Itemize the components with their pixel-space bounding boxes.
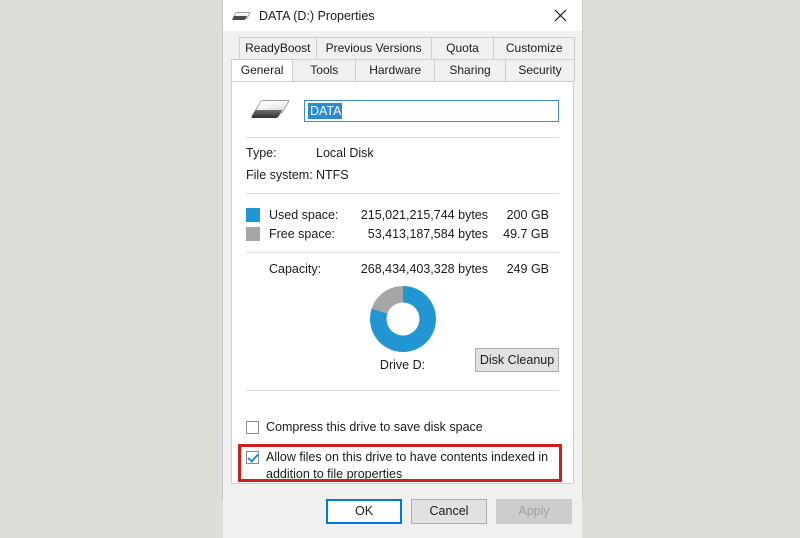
divider <box>246 252 559 253</box>
tab-previous-versions[interactable]: Previous Versions <box>315 37 432 59</box>
tab-row-main: General Tools Hardware Sharing Security <box>231 59 575 81</box>
window-title: DATA (D:) Properties <box>259 8 375 23</box>
capacity-bytes: 268,434,403,328 bytes <box>360 262 488 276</box>
capacity-label: Capacity: <box>269 262 322 276</box>
filesystem-label: File system: <box>246 168 313 182</box>
general-tab-panel: DATA Type: Local Disk File system: NTFS … <box>231 81 574 484</box>
tab-sharing[interactable]: Sharing <box>434 59 507 81</box>
dialog-button-bar: OK Cancel Apply <box>223 484 582 538</box>
volume-name-input[interactable]: DATA <box>304 100 559 122</box>
index-contents-checkbox-row[interactable]: Allow files on this drive to have conten… <box>238 444 562 483</box>
tab-security[interactable]: Security <box>505 59 575 81</box>
compress-drive-label: Compress this drive to save disk space <box>266 420 483 434</box>
tab-readyboost[interactable]: ReadyBoost <box>239 37 317 59</box>
hard-drive-icon <box>250 96 294 126</box>
space-usage-block: Used space: 215,021,215,744 bytes 200 GB… <box>246 208 559 241</box>
disk-cleanup-button[interactable]: Disk Cleanup <box>475 348 559 372</box>
hard-drive-icon <box>231 9 251 23</box>
used-space-bytes: 215,021,215,744 bytes <box>360 208 488 222</box>
drive-properties-dialog: DATA (D:) Properties ReadyBoost Previous… <box>222 0 583 538</box>
used-space-row: Used space: 215,021,215,744 bytes 200 GB <box>246 208 559 222</box>
title-bar: DATA (D:) Properties <box>223 0 582 31</box>
type-row: Type: Local Disk <box>246 146 559 160</box>
free-space-row: Free space: 53,413,187,584 bytes 49.7 GB <box>246 227 559 241</box>
type-value: Local Disk <box>316 146 374 160</box>
used-space-label: Used space: <box>269 208 339 222</box>
capacity-donut-chart <box>369 286 436 352</box>
used-space-swatch <box>246 208 260 222</box>
type-label: Type: <box>246 146 277 160</box>
capacity-size: 249 GB <box>506 262 549 276</box>
close-icon[interactable] <box>538 0 582 31</box>
tab-strip: ReadyBoost Previous Versions Quota Custo… <box>223 31 582 81</box>
tab-general[interactable]: General <box>231 59 294 81</box>
apply-button: Apply <box>496 498 572 524</box>
volume-name-row: DATA <box>246 82 559 126</box>
capacity-chart-area: Drive D: Disk Cleanup <box>246 286 559 386</box>
free-space-swatch <box>246 227 260 241</box>
tab-tools[interactable]: Tools <box>292 59 357 81</box>
filesystem-value: NTFS <box>316 168 349 182</box>
options-block: Compress this drive to save disk space A… <box>238 419 562 483</box>
capacity-row: Capacity: 268,434,403,328 bytes 249 GB <box>246 262 559 276</box>
index-contents-label: Allow files on this drive to have conten… <box>266 450 549 481</box>
volume-name-value: DATA <box>308 103 343 119</box>
free-space-bytes: 53,413,187,584 bytes <box>367 227 488 241</box>
free-space-size: 49.7 GB <box>503 227 549 241</box>
compress-drive-checkbox[interactable] <box>246 421 259 434</box>
tab-row-overflow: ReadyBoost Previous Versions Quota Custo… <box>231 37 575 59</box>
free-space-label: Free space: <box>269 227 336 241</box>
tab-hardware[interactable]: Hardware <box>355 59 436 81</box>
used-space-size: 200 GB <box>506 208 549 222</box>
filesystem-row: File system: NTFS <box>246 168 559 182</box>
divider <box>246 390 559 391</box>
tab-quota[interactable]: Quota <box>430 37 495 59</box>
divider <box>246 137 559 138</box>
compress-drive-checkbox-row[interactable]: Compress this drive to save disk space <box>246 419 559 436</box>
tab-customize[interactable]: Customize <box>493 37 575 59</box>
ok-button[interactable]: OK <box>326 498 402 524</box>
index-contents-checkbox[interactable] <box>246 451 259 464</box>
divider <box>246 193 559 194</box>
cancel-button[interactable]: Cancel <box>411 498 487 524</box>
